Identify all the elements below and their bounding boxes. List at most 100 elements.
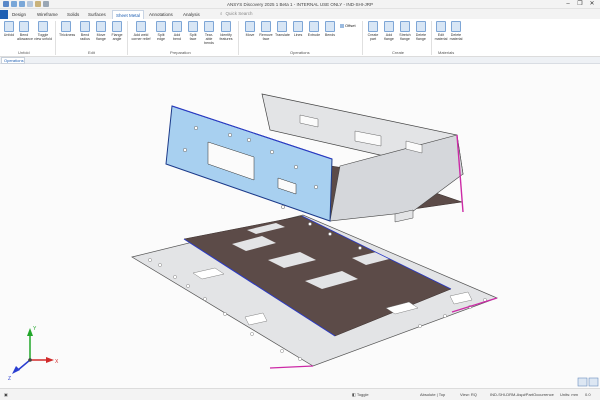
ribbon: Unfold Bend allowance Toggle view unfold… bbox=[0, 19, 600, 57]
tab-design[interactable]: Design bbox=[9, 10, 29, 19]
tab-wireframe[interactable]: Wireframe bbox=[34, 10, 61, 19]
split-edge-button[interactable]: Split edge bbox=[154, 21, 168, 41]
status-left-icon: ▣ bbox=[4, 392, 8, 397]
tab-sheet-metal[interactable]: Sheet Metal bbox=[112, 10, 145, 19]
edit-material-icon bbox=[436, 21, 446, 32]
document-tab-operations[interactable]: Operations bbox=[1, 57, 25, 64]
ribbon-separator bbox=[55, 21, 56, 55]
split-face-button[interactable]: Split face bbox=[186, 21, 200, 41]
flat-sheet-edge-highlight bbox=[269, 365, 314, 369]
move-icon bbox=[245, 21, 255, 32]
document-tabs: Operations bbox=[0, 57, 600, 64]
minimize-button[interactable]: – bbox=[562, 0, 574, 8]
unfold-icon bbox=[4, 21, 14, 32]
group-label-unfold: Unfold bbox=[18, 50, 30, 55]
view-selector[interactable]: View: RQ bbox=[460, 392, 477, 397]
tab-surfaces[interactable]: Surfaces bbox=[85, 10, 109, 19]
add-flange-button[interactable]: Add flange bbox=[382, 21, 396, 41]
lines-button[interactable]: Lines bbox=[291, 21, 305, 37]
stretch-flange-icon bbox=[400, 21, 410, 32]
absolute-top-selector[interactable]: Absolute | Top bbox=[420, 392, 445, 397]
split-face-icon bbox=[188, 21, 198, 32]
quick-search[interactable]: ⌕ Quick Search bbox=[220, 11, 253, 16]
search-icon: ⌕ bbox=[220, 11, 223, 16]
create-part-button[interactable]: Create part bbox=[366, 21, 380, 41]
window-controls: – ❐ ✕ bbox=[562, 0, 598, 8]
bend-allowance-icon bbox=[19, 21, 29, 32]
delete-flange-icon bbox=[416, 21, 426, 32]
ribbon-separator bbox=[362, 21, 363, 55]
axis-triad bbox=[12, 328, 54, 374]
corner-relief-icon bbox=[136, 21, 146, 32]
add-flange-icon bbox=[384, 21, 394, 32]
stretch-flange-button[interactable]: Stretch flange bbox=[398, 21, 412, 41]
tab-annotations[interactable]: Annotations bbox=[146, 10, 176, 19]
bend-radius-icon bbox=[80, 21, 90, 32]
model-canvas: Y X Z bbox=[8, 93, 599, 387]
group-label-edit: Edit bbox=[88, 50, 95, 55]
extrude-button[interactable]: Extrude bbox=[307, 21, 321, 37]
offset-button[interactable]: Offset bbox=[340, 23, 356, 28]
tab-solids[interactable]: Solids bbox=[64, 10, 82, 19]
close-button[interactable]: ✕ bbox=[586, 0, 598, 8]
edit-material-button[interactable]: Edit material bbox=[434, 21, 448, 41]
delete-flange-button[interactable]: Delete flange bbox=[414, 21, 428, 41]
add-weld-corner-relief-button[interactable]: Add weld corner relief bbox=[131, 21, 151, 41]
group-label-create: Create bbox=[392, 50, 405, 55]
bend-allowance-button[interactable]: Bend allowance bbox=[17, 21, 33, 41]
bend-radius-button[interactable]: Bend radius bbox=[78, 21, 92, 41]
thickness-icon bbox=[61, 21, 71, 32]
tear-able-bends-button[interactable]: Tear-able bends bbox=[202, 21, 216, 45]
offset-icon bbox=[340, 23, 344, 28]
translate-icon bbox=[277, 21, 287, 32]
add-bend-icon bbox=[172, 21, 182, 32]
move-button[interactable]: Move bbox=[243, 21, 257, 37]
translate-button[interactable]: Translate bbox=[275, 21, 290, 37]
units-indicator[interactable]: Units: mm bbox=[560, 392, 578, 397]
group-label-preparation: Preparation bbox=[170, 50, 191, 55]
thickness-button[interactable]: Thickness bbox=[59, 21, 75, 37]
tab-analysis[interactable]: Analysis bbox=[180, 10, 203, 19]
view-tools[interactable] bbox=[577, 377, 599, 387]
bends-icon bbox=[325, 21, 335, 32]
toggle-icon: ◧ bbox=[352, 392, 356, 397]
selection-indicator: IND-SHI-DRM-Asp#PartOccurrence bbox=[490, 392, 554, 397]
quick-search-label: Quick Search bbox=[225, 11, 253, 16]
tab-file[interactable] bbox=[0, 10, 8, 19]
ribbon-tabs: Design Wireframe Solids Surfaces Sheet M… bbox=[0, 9, 600, 19]
coordinate-readout: 0.0 bbox=[585, 392, 591, 397]
identify-features-button[interactable]: Identify features bbox=[219, 21, 233, 41]
move-flange-icon bbox=[96, 21, 106, 32]
axis-label-y: Y bbox=[33, 326, 37, 332]
group-label-materials: Materials bbox=[438, 50, 455, 55]
axis-label-x: X bbox=[55, 359, 59, 365]
create-part-icon bbox=[368, 21, 378, 32]
toggle-view-icon bbox=[38, 21, 48, 32]
flange-angle-icon bbox=[112, 21, 122, 32]
ribbon-separator bbox=[238, 21, 239, 55]
window-title: ANSYS Discovery 2025 1 Beta 1 - INTERNAL… bbox=[227, 2, 373, 7]
status-bar: ▣ ◧ Toggle Absolute | Top View: RQ IND-S… bbox=[0, 388, 600, 400]
identify-features-icon bbox=[221, 21, 231, 32]
remove-face-icon bbox=[261, 21, 271, 32]
title-bar: ANSYS Discovery 2025 1 Beta 1 - INTERNAL… bbox=[0, 0, 600, 9]
delete-material-icon bbox=[451, 21, 461, 32]
3d-viewport[interactable]: Y X Z bbox=[0, 64, 600, 388]
maximize-button[interactable]: ❐ bbox=[574, 0, 586, 8]
unfold-button[interactable]: Unfold bbox=[2, 21, 16, 37]
lines-icon bbox=[293, 21, 303, 32]
extrude-icon bbox=[309, 21, 319, 32]
group-label-operations: Operations bbox=[290, 50, 310, 55]
add-bend-button[interactable]: Add bend bbox=[170, 21, 184, 41]
axis-label-z: Z bbox=[8, 376, 11, 382]
delete-material-button[interactable]: Delete material bbox=[449, 21, 463, 41]
toggle-view-unfold-button[interactable]: Toggle view unfold bbox=[34, 21, 52, 41]
remove-face-button[interactable]: Remove face bbox=[259, 21, 273, 41]
bends-button[interactable]: Bends bbox=[323, 21, 337, 37]
flange-angle-button[interactable]: Flange angle bbox=[110, 21, 124, 41]
ribbon-separator bbox=[431, 21, 432, 55]
move-flange-button[interactable]: Move flange bbox=[94, 21, 108, 41]
split-edge-icon bbox=[156, 21, 166, 32]
tear-bends-icon bbox=[204, 21, 214, 32]
toggle-button[interactable]: ◧ Toggle bbox=[352, 392, 369, 397]
